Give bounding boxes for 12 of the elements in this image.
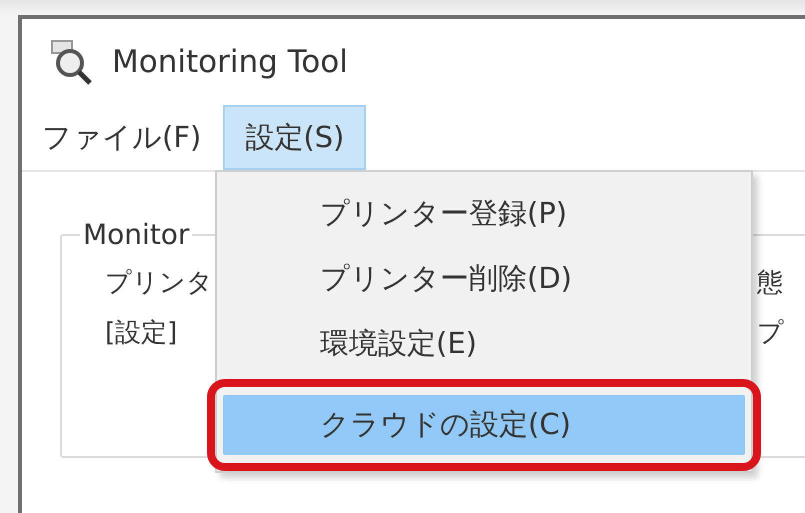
menu-option[interactable]: 環境設定(E) — [223, 316, 745, 371]
group-title: Monitor — [82, 218, 190, 251]
label-text: プ — [757, 317, 784, 350]
menu-item[interactable]: ファイル(F) — [22, 105, 224, 170]
label-text: [設定] — [105, 317, 178, 350]
window-title: Monitoring Tool — [112, 44, 348, 80]
label-text: 態 — [757, 267, 783, 300]
label-text: プリンタ — [105, 267, 213, 300]
menu-option[interactable]: プリンター削除(D) — [223, 251, 745, 306]
menu-item[interactable]: 設定(S) — [223, 105, 366, 170]
menu-option[interactable]: クラウドの設定(C) — [223, 395, 745, 455]
menu-option[interactable]: プリンター登録(P) — [223, 186, 745, 241]
